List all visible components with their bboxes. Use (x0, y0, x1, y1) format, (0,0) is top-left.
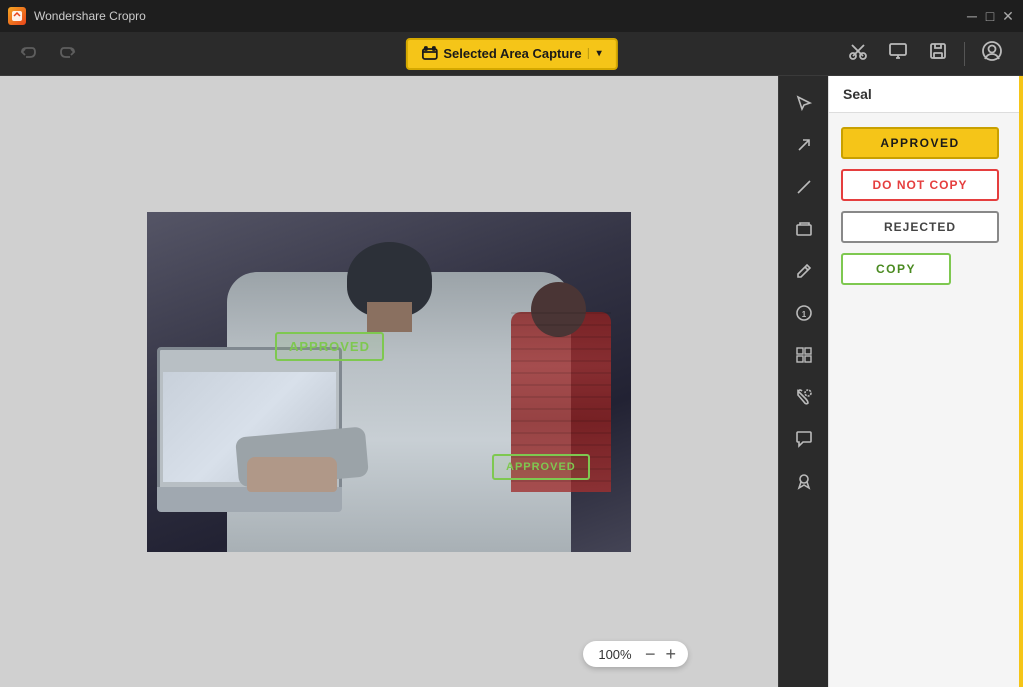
stamp-approved-1: APPROVED (275, 332, 384, 361)
restore-button[interactable]: □ (983, 9, 997, 23)
save-button[interactable] (920, 37, 956, 70)
close-button[interactable]: ✕ (1001, 9, 1015, 23)
ribbon-tool-button[interactable] (785, 462, 823, 500)
line-tool-button[interactable] (785, 168, 823, 206)
number-tool-button[interactable]: 1 (785, 294, 823, 332)
profile-button[interactable] (973, 36, 1011, 71)
right-toolbar: 1 (778, 76, 828, 687)
zoom-in-button[interactable]: + (665, 645, 676, 663)
capture-label: Selected Area Capture (443, 46, 581, 61)
photo-container: APPROVED APPROVED (147, 212, 631, 552)
title-bar-controls: ─ □ ✕ (965, 9, 1015, 23)
title-bar-left: Wondershare Cropro (8, 7, 146, 25)
zoom-level: 100% (595, 647, 635, 662)
monitor-button[interactable] (880, 37, 916, 70)
pen-tool-button[interactable] (785, 252, 823, 290)
seal-item-rejected: REJECTED (841, 211, 1011, 243)
seal-panel-title: Seal (843, 86, 872, 102)
undo-button[interactable] (12, 40, 44, 68)
stamp-approved-2: APPROVED (492, 454, 590, 480)
photo-placeholder (147, 212, 631, 552)
cut-button[interactable] (840, 37, 876, 70)
shape-tool-button[interactable] (785, 210, 823, 248)
seal-rejected-button[interactable]: REJECTED (841, 211, 999, 243)
capture-btn-group: Selected Area Capture ▾ (405, 38, 617, 70)
toolbar: Selected Area Capture ▾ (0, 32, 1023, 76)
seal-item-donotcopy: DO NOT COPY (841, 169, 1011, 201)
speech-tool-button[interactable] (785, 420, 823, 458)
edit-tool-button[interactable] (785, 84, 823, 122)
redo-button[interactable] (52, 40, 84, 68)
zoom-controls: 100% − + (583, 641, 688, 667)
capture-button[interactable]: Selected Area Capture ▾ (405, 38, 617, 70)
mosaic-tool-button[interactable] (785, 336, 823, 374)
app-icon (8, 7, 26, 25)
seal-item-copy: COPY (841, 253, 1011, 285)
yellow-accent-bar (1019, 76, 1023, 687)
toolbar-right (840, 36, 1011, 71)
title-bar: Wondershare Cropro ─ □ ✕ (0, 0, 1023, 32)
svg-text:1: 1 (801, 310, 806, 319)
paint-tool-button[interactable] (785, 378, 823, 416)
canvas-area: APPROVED APPROVED 100% − + (0, 76, 778, 687)
seal-panel: Seal APPROVED DO NOT COPY REJECTED (828, 76, 1023, 687)
seal-panel-content: APPROVED DO NOT COPY REJECTED COPY (829, 113, 1023, 299)
toolbar-divider (964, 42, 965, 66)
seal-item-approved: APPROVED (841, 127, 1011, 159)
arrow-tool-button[interactable] (785, 126, 823, 164)
app-title: Wondershare Cropro (34, 9, 146, 23)
main-area: APPROVED APPROVED 100% − + (0, 76, 1023, 687)
minimize-button[interactable]: ─ (965, 9, 979, 23)
seal-donotcopy-button[interactable]: DO NOT COPY (841, 169, 999, 201)
zoom-out-button[interactable]: − (645, 645, 656, 663)
seal-copy-button[interactable]: COPY (841, 253, 951, 285)
seal-approved-button[interactable]: APPROVED (841, 127, 999, 159)
seal-panel-header: Seal (829, 76, 1023, 113)
capture-dropdown-arrow[interactable]: ▾ (588, 48, 602, 59)
